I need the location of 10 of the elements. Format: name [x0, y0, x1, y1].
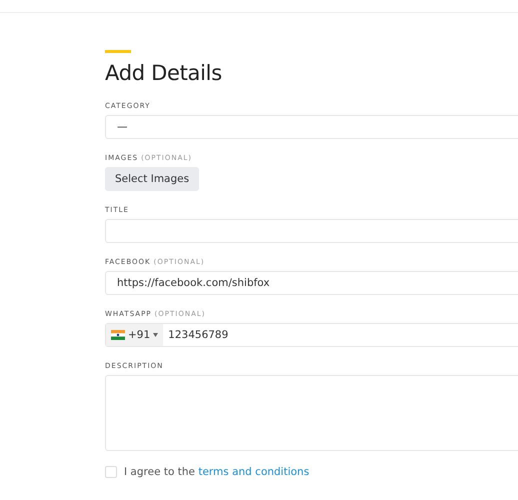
terms-link[interactable]: terms and conditions — [198, 466, 310, 478]
category-select[interactable]: — — [105, 115, 518, 139]
agreement-text: I agree to the terms and conditions — [124, 466, 310, 478]
text-field[interactable]: https://facebook.com/shibfox — [105, 271, 518, 295]
accent-bar — [105, 50, 131, 53]
description-field[interactable] — [105, 375, 518, 451]
select-images-button[interactable]: Select Images — [105, 167, 200, 191]
text-field[interactable] — [105, 219, 518, 243]
agree-checkbox[interactable] — [105, 466, 117, 478]
page-heading: Add Details — [105, 61, 223, 85]
